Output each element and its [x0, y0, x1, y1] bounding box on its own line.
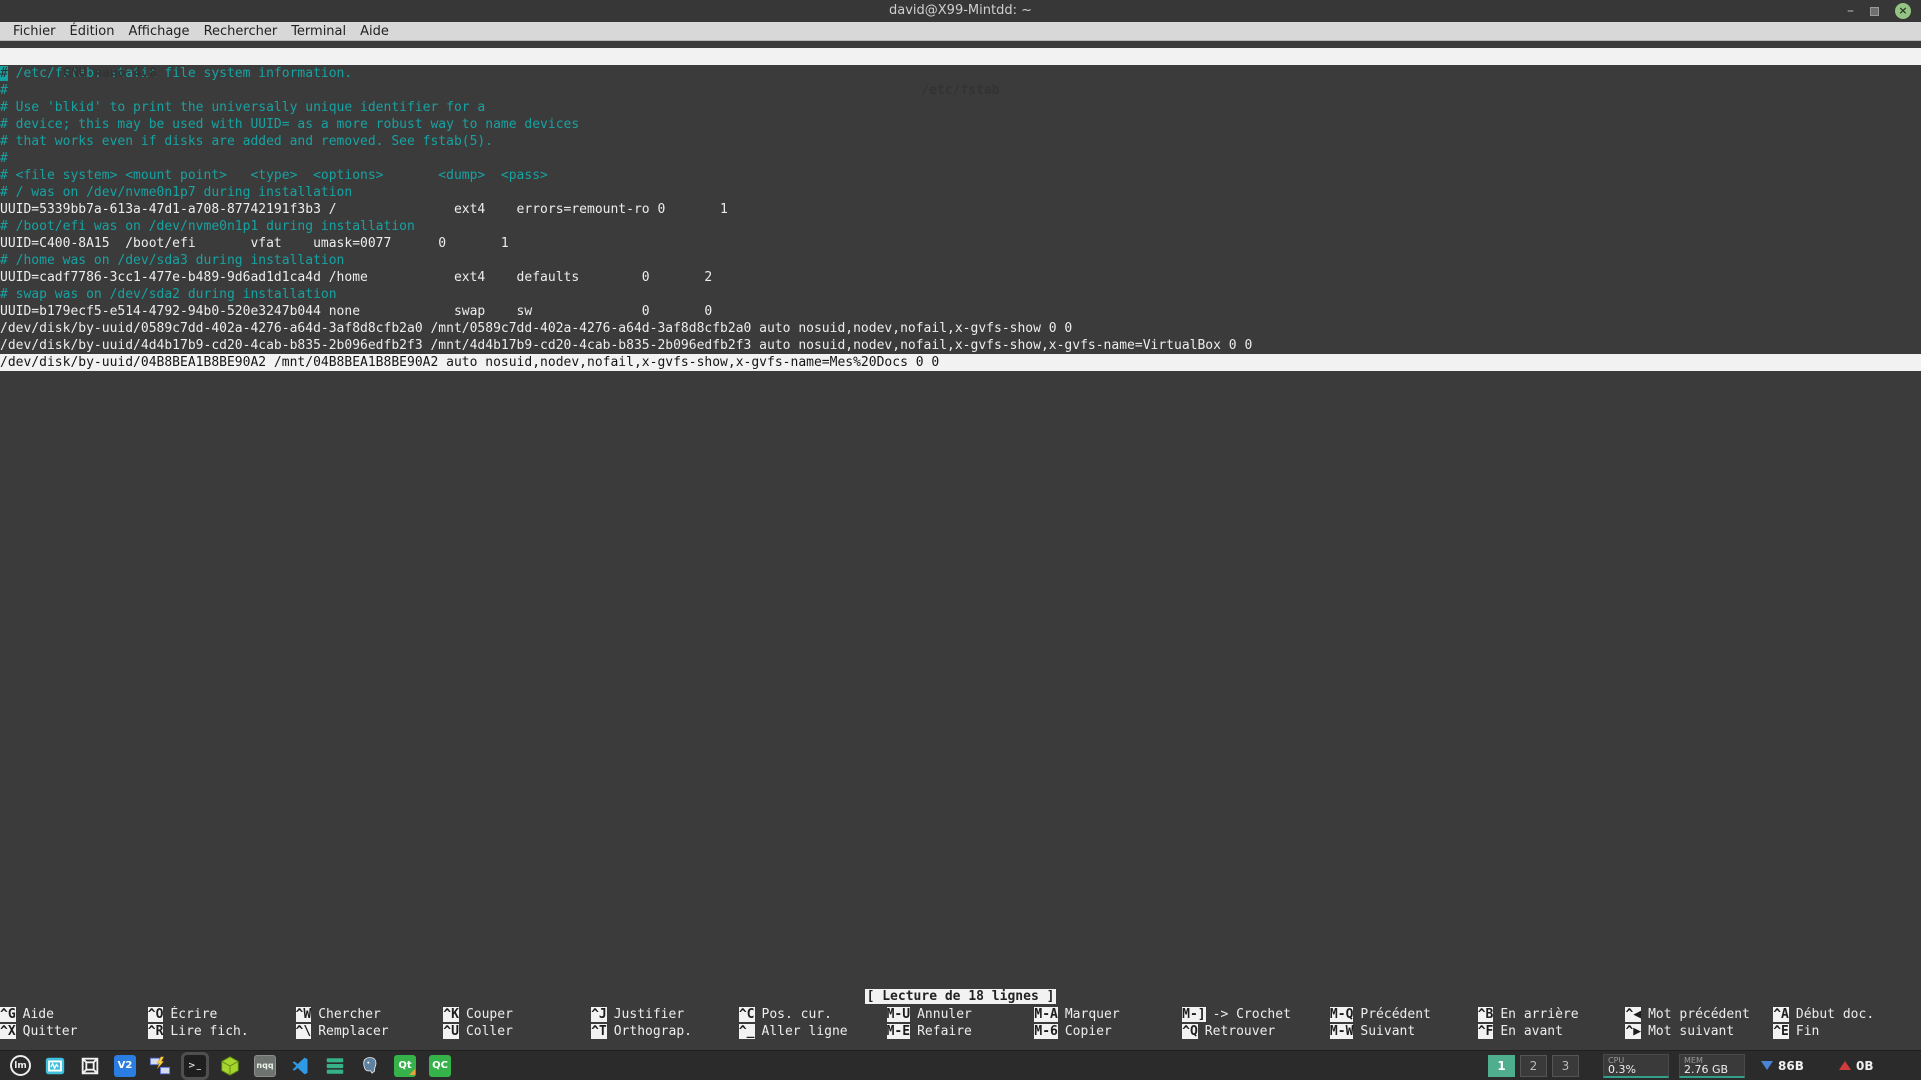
window-title: david@X99-Mintdd: ~ [0, 0, 1921, 22]
nano-shortcut: ^XQuitter [0, 1023, 148, 1040]
nano-shortcut: ^EFin [1773, 1023, 1921, 1040]
frame-app-icon[interactable] [79, 1055, 101, 1077]
nano-shortcut: ^◀Mot précédent [1625, 1006, 1773, 1023]
terminal-window: david@X99-Mintdd: ~ – × FichierÉditionAf… [0, 0, 1921, 1050]
nano-shortcut: ^QRetrouver [1182, 1023, 1330, 1040]
nano-shortcut: ^RLire fich. [148, 1023, 296, 1040]
nano-titlebar: GNU nano 4.8 /etc/fstab [0, 48, 1921, 65]
close-button[interactable]: × [1895, 3, 1911, 19]
menu-item-terminal[interactable]: Terminal [284, 22, 353, 41]
menu-item-edition[interactable]: Édition [63, 22, 122, 41]
virtualbox-icon[interactable] [219, 1055, 241, 1077]
menu-item-rechercher[interactable]: Rechercher [197, 22, 285, 41]
workspace-switcher: 123 [1488, 1055, 1579, 1077]
file-line: # /etc/fstab: static file system informa… [0, 65, 1921, 82]
nano-version: GNU nano 4.8 [47, 66, 157, 81]
titlebar[interactable]: david@X99-Mintdd: ~ – × [0, 0, 1921, 22]
nano-shortcut: ^TOrthograp. [591, 1023, 739, 1040]
nano-shortcut: M-UAnnuler [887, 1006, 1035, 1023]
file-line: # swap was on /dev/sda2 during installat… [0, 286, 1921, 303]
file-line: # Use 'blkid' to print the universally u… [0, 99, 1921, 116]
qc-app-icon[interactable]: QC [429, 1055, 451, 1077]
nano-shortcut: ^KCouper [443, 1006, 591, 1023]
menu-bar: FichierÉditionAffichageRechercherTermina… [0, 22, 1921, 41]
nano-shortcuts-row1: ^GAide^OÉcrire^WChercher^KCouper^JJustif… [0, 1006, 1921, 1023]
cpu-value: 0.3% [1608, 1065, 1664, 1074]
mem-applet[interactable]: MEM 2.76 GB [1679, 1054, 1745, 1078]
status-message: [ Lecture de 18 lignes ] [865, 989, 1057, 1004]
file-line: UUID=5339bb7a-613a-47d1-a708-87742191f3b… [0, 201, 1921, 218]
putty-icon[interactable] [149, 1055, 171, 1077]
workspace-3[interactable]: 3 [1552, 1055, 1579, 1077]
terminal-content[interactable]: GNU nano 4.8 /etc/fstab # /etc/fstab: st… [0, 41, 1921, 1050]
nano-shortcut: M-QPrécédent [1330, 1006, 1478, 1023]
nano-shortcut: M-AMarquer [1034, 1006, 1182, 1023]
taskbar-launchers: lm V2 >_ nqq Qt QC [10, 1055, 451, 1077]
nano-shortcut: ^CPos. cur. [739, 1006, 887, 1023]
mint-menu-icon[interactable]: lm [10, 1055, 31, 1076]
menu-item-fichier[interactable]: Fichier [6, 22, 63, 41]
file-line: # /boot/efi was on /dev/nvme0n1p1 during… [0, 218, 1921, 235]
file-line: UUID=b179ecf5-e514-4792-94b0-520e3247b04… [0, 303, 1921, 320]
file-line: # / was on /dev/nvme0n1p7 during install… [0, 184, 1921, 201]
nano-shortcut: ^OÉcrire [148, 1006, 296, 1023]
nano-shortcut: ^▶Mot suivant [1625, 1023, 1773, 1040]
nano-file-path: /etc/fstab [0, 82, 1921, 99]
file-line: /dev/disk/by-uuid/04B8BEA1B8BE90A2 /mnt/… [0, 354, 1921, 371]
file-line: # [0, 150, 1921, 167]
mem-value: 2.76 GB [1684, 1065, 1740, 1074]
cpu-applet[interactable]: CPU 0.3% [1603, 1054, 1669, 1078]
postgresql-icon[interactable] [359, 1055, 381, 1077]
nano-shortcut: M-]-> Crochet [1182, 1006, 1330, 1023]
file-line: # /home was on /dev/sda3 during installa… [0, 252, 1921, 269]
workspace-2[interactable]: 2 [1520, 1055, 1547, 1077]
nano-shortcut: M-ERefaire [887, 1023, 1035, 1040]
nano-shortcut: ^GAide [0, 1006, 148, 1023]
nano-shortcut: ^ADébut doc. [1773, 1006, 1921, 1023]
layers-app-icon[interactable] [324, 1055, 346, 1077]
nano-status-line: [ Lecture de 18 lignes ] [0, 988, 1921, 1006]
nano-shortcut: ^BEn arrière [1478, 1006, 1626, 1023]
file-line: /dev/disk/by-uuid/0589c7dd-402a-4276-a64… [0, 320, 1921, 337]
file-line: # <file system> <mount point> <type> <op… [0, 167, 1921, 184]
download-rate: 86B [1778, 1059, 1804, 1073]
upload-arrow-icon [1839, 1061, 1851, 1070]
menu-item-affichage[interactable]: Affichage [121, 22, 196, 41]
nano-shortcut: ^UColler [443, 1023, 591, 1040]
nano-shortcut: ^FEn avant [1478, 1023, 1626, 1040]
file-line: # that works even if disks are added and… [0, 133, 1921, 150]
nano-shortcut: M-6Copier [1034, 1023, 1182, 1040]
taskbar: lm V2 >_ nqq Qt QC 123 CPU 0.3% MEM 2.76 GB 8… [0, 1050, 1921, 1080]
download-arrow-icon [1761, 1061, 1773, 1070]
nano-shortcut: ^WChercher [296, 1006, 444, 1023]
v2-app-icon[interactable]: V2 [114, 1055, 136, 1077]
nano-shortcut: ^JJustifier [591, 1006, 739, 1023]
workspace-1[interactable]: 1 [1488, 1055, 1515, 1077]
maximize-button[interactable] [1870, 7, 1879, 16]
qt-app-icon[interactable]: Qt [394, 1055, 416, 1077]
file-line: /dev/disk/by-uuid/4d4b17b9-cd20-4cab-b83… [0, 337, 1921, 354]
taskbar-tray: 123 CPU 0.3% MEM 2.76 GB 86B 0B [1488, 1054, 1911, 1078]
nano-shortcut: M-WSuivant [1330, 1023, 1478, 1040]
file-line: # device; this may be used with UUID= as… [0, 116, 1921, 133]
nano-shortcuts-row2: ^XQuitter^RLire fich.^\Remplacer^UColler… [0, 1023, 1921, 1040]
nano-shortcut: ^_Aller ligne [739, 1023, 887, 1040]
vscode-icon[interactable] [289, 1055, 311, 1077]
terminal-icon[interactable]: >_ [184, 1055, 206, 1077]
nano-shortcut: ^\Remplacer [296, 1023, 444, 1040]
upload-rate: 0B [1856, 1059, 1874, 1073]
minimize-button[interactable]: – [1847, 6, 1854, 16]
menu-item-aide[interactable]: Aide [353, 22, 396, 41]
monitor-app-icon[interactable] [44, 1055, 66, 1077]
file-content[interactable]: # /etc/fstab: static file system informa… [0, 65, 1921, 988]
notepadqq-icon[interactable]: nqq [254, 1055, 276, 1077]
network-applet[interactable]: 86B 0B [1761, 1059, 1911, 1073]
file-line: UUID=C400-8A15 /boot/efi vfat umask=0077… [0, 235, 1921, 252]
file-line: UUID=cadf7786-3cc1-477e-b489-9d6ad1d1ca4… [0, 269, 1921, 286]
